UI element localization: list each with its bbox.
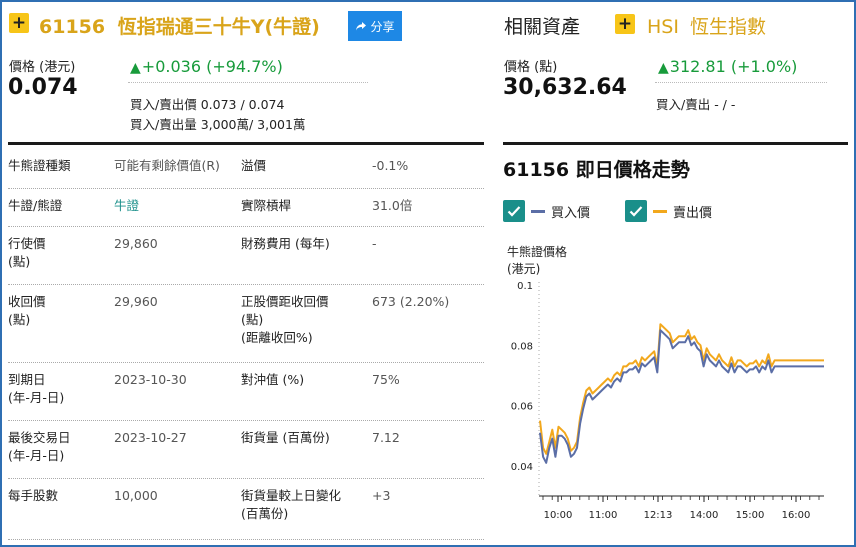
table-row: 到期日 (年-月-日) 2023-10-30 對沖值 (%) 75% <box>8 364 484 421</box>
related-asset-name[interactable]: HSI 恆生指數 <box>647 12 766 39</box>
row-value: 31.0倍 <box>372 198 413 213</box>
related-price-label: 價格 (點) <box>504 60 558 75</box>
row-value: 7.12 <box>372 430 400 445</box>
table-row: 收回價 (點) 29,960 正股價距收回價 (點) (距離收回%) 673 (2.20%) <box>8 286 484 363</box>
ask-line-swatch <box>653 209 667 213</box>
checkbox-checked-icon[interactable] <box>625 200 647 222</box>
x-tick-label: 10:00 <box>544 510 573 521</box>
row-value: +3 <box>372 488 391 503</box>
ask-price-line <box>539 323 824 455</box>
related-name: 恆生指數 <box>690 16 767 38</box>
x-tick-label: 11:00 <box>589 510 618 521</box>
row-label: 正股價距收回價 (點) (距離收回%) <box>241 294 329 345</box>
warrant-name: 恆指瑞通三十牛Y <box>117 16 265 38</box>
row-value: 75% <box>372 372 400 387</box>
divider <box>128 82 368 83</box>
related-bid-ask: 買入/賣出 - / - <box>656 94 735 113</box>
bid-ask-price-value: 0.073 / 0.074 <box>200 97 285 112</box>
row-value: 2023-10-30 <box>114 372 187 387</box>
row-label: 街貨量 (百萬份) <box>241 430 330 445</box>
price-change: ▲+0.036 (+94.7%) <box>130 57 283 76</box>
chart-title: 61156 即日價格走勢 <box>503 159 690 181</box>
x-tick-label: 15:00 <box>736 510 765 521</box>
row-label: 牛熊證種類 <box>8 158 71 173</box>
row-value: 29,860 <box>114 236 158 251</box>
row-value: 可能有剩餘價值(R) <box>114 158 220 173</box>
table-row: 每手股數 10,000 街貨量較上日變化 (百萬份) +3 <box>8 480 484 540</box>
legend-ask-label: 賣出價 <box>673 205 713 221</box>
row-label: 實際槓桿 <box>241 198 292 213</box>
warrant-title: 61156 恆指瑞通三十牛Y(牛證) <box>39 12 320 39</box>
table-row: 最後交易日 (年-月-日) 2023-10-27 街貨量 (百萬份) 7.12 <box>8 422 484 479</box>
legend-bid[interactable]: 買入價 <box>503 200 590 222</box>
bid-ask-volume: 買入/賣出量 3,000萬/ 3,001萬 <box>130 114 305 133</box>
price-label: 價格 (港元) <box>9 60 76 75</box>
table-row: 牛證/熊證 牛證 實際槓桿 31.0倍 <box>8 190 484 227</box>
legend-ask[interactable]: 賣出價 <box>625 200 712 222</box>
bid-ask-price: 買入/賣出價 0.073 / 0.074 <box>130 94 284 113</box>
section-divider <box>503 142 848 145</box>
share-button[interactable]: 分享 <box>348 11 402 41</box>
y-axis-label: 牛熊證價格 <box>507 245 568 259</box>
table-row: 牛熊證種類 可能有剩餘價值(R) 溢價 -0.1% <box>8 150 484 189</box>
bid-ask-volume-value: 3,000萬/ 3,001萬 <box>200 117 306 132</box>
row-label: 收回價 (點) <box>8 294 46 327</box>
row-label: 溢價 <box>241 158 267 173</box>
x-tick-label: 16:00 <box>782 510 811 521</box>
related-assets-title: 相關資產 <box>504 16 581 38</box>
related-change: ▲312.81 (+1.0%) <box>658 57 797 76</box>
row-label: 牛證/熊證 <box>8 198 63 213</box>
related-bid-ask-value: - / - <box>714 97 736 112</box>
row-value: -0.1% <box>372 158 409 173</box>
row-value: 29,960 <box>114 294 158 309</box>
divider <box>655 82 827 83</box>
row-label: 財務費用 (每年) <box>241 236 330 251</box>
row-label: 到期日 (年-月-日) <box>8 372 65 405</box>
up-arrow-icon: ▲ <box>130 60 141 76</box>
add-watchlist-icon[interactable]: + <box>9 13 29 33</box>
y-tick-label: 0.1 <box>517 281 533 292</box>
y-tick-label: 0.04 <box>511 462 533 473</box>
row-label: 每手股數 <box>8 488 59 503</box>
related-code: HSI <box>647 16 679 38</box>
change-percent: (+94.7%) <box>206 57 283 76</box>
related-bid-ask-label: 買入/賣出 <box>656 97 711 112</box>
bid-line-swatch <box>531 209 545 213</box>
bid-ask-volume-label: 買入/賣出量 <box>130 117 197 132</box>
row-label: 對沖值 (%) <box>241 372 305 387</box>
x-tick-label: 12:13 <box>644 510 673 521</box>
up-arrow-icon: ▲ <box>658 60 669 76</box>
table-row: 行使價 (點) 29,860 財務費用 (每年) - <box>8 228 484 285</box>
bid-price-line <box>539 329 824 464</box>
x-tick-label: 14:00 <box>690 510 719 521</box>
related-change-percent: (+1.0%) <box>730 57 798 76</box>
price-chart[interactable]: 0.04 0.06 0.08 0.1 10:00 11:00 12:13 14:00 15:00… <box>500 270 845 530</box>
share-label: 分享 <box>370 19 395 34</box>
section-divider <box>8 142 484 145</box>
row-label: 行使價 (點) <box>8 236 46 269</box>
row-value: 10,000 <box>114 488 158 503</box>
current-price: 0.074 <box>8 75 78 100</box>
row-value: 673 (2.20%) <box>372 294 450 309</box>
row-label: 最後交易日 (年-月-日) <box>8 430 71 463</box>
related-price: 30,632.64 <box>503 75 627 100</box>
warrant-code: 61156 <box>39 16 106 38</box>
y-tick-label: 0.08 <box>511 341 533 352</box>
row-value: 2023-10-27 <box>114 430 187 445</box>
legend-bid-label: 買入價 <box>551 205 591 221</box>
warrant-type-tag: (牛證) <box>264 16 320 38</box>
row-label: 街貨量較上日變化 (百萬份) <box>241 488 342 521</box>
share-icon <box>356 22 367 31</box>
add-related-icon[interactable]: + <box>615 14 635 34</box>
checkbox-checked-icon[interactable] <box>503 200 525 222</box>
row-value: 牛證 <box>114 198 140 213</box>
change-value: +0.036 <box>141 57 201 76</box>
row-value: - <box>372 236 377 251</box>
bid-ask-price-label: 買入/賣出價 <box>130 97 197 112</box>
y-tick-label: 0.06 <box>511 402 533 413</box>
related-change-value: 312.81 <box>669 57 726 76</box>
